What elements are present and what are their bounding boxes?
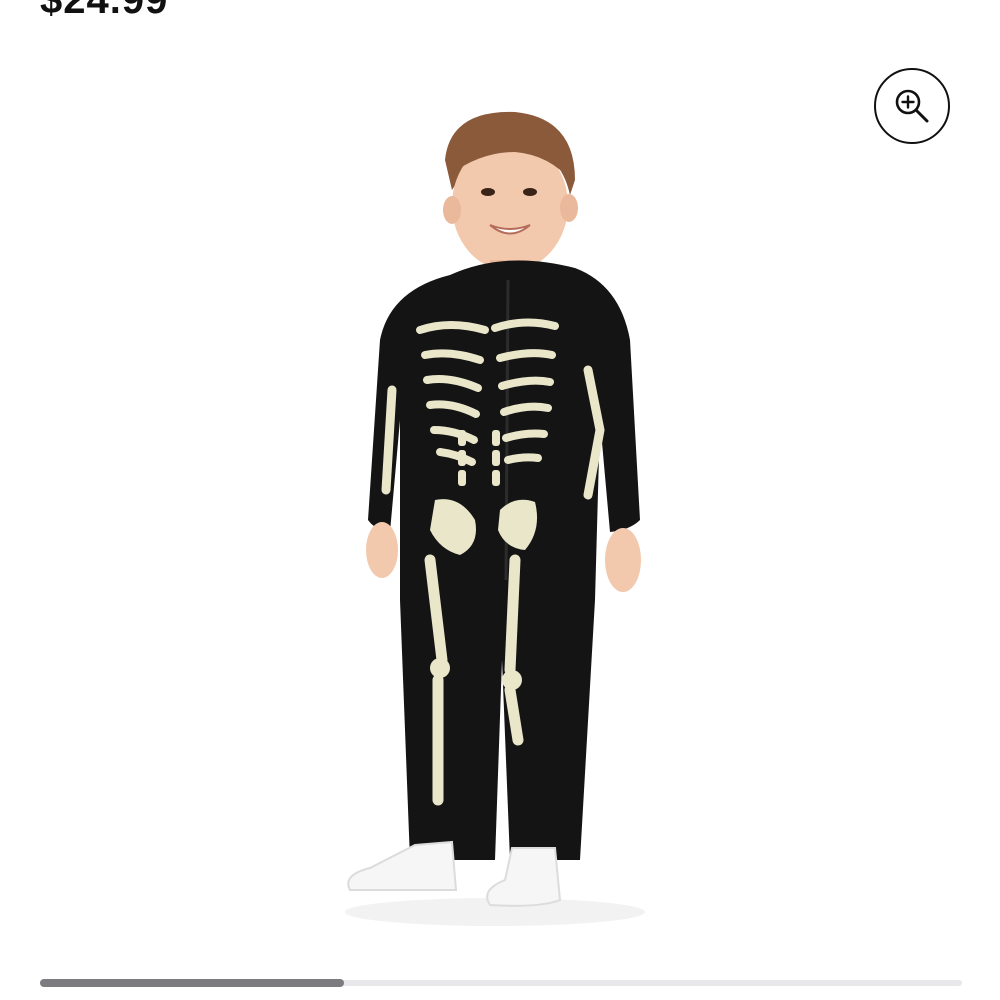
zoom-button[interactable]: [874, 68, 950, 144]
gallery-scrollbar[interactable]: [40, 979, 962, 987]
product-price: $24.99: [40, 0, 169, 22]
product-image[interactable]: [330, 100, 670, 930]
gallery-scrollbar-thumb[interactable]: [40, 979, 344, 987]
zoom-in-icon: [895, 89, 929, 123]
